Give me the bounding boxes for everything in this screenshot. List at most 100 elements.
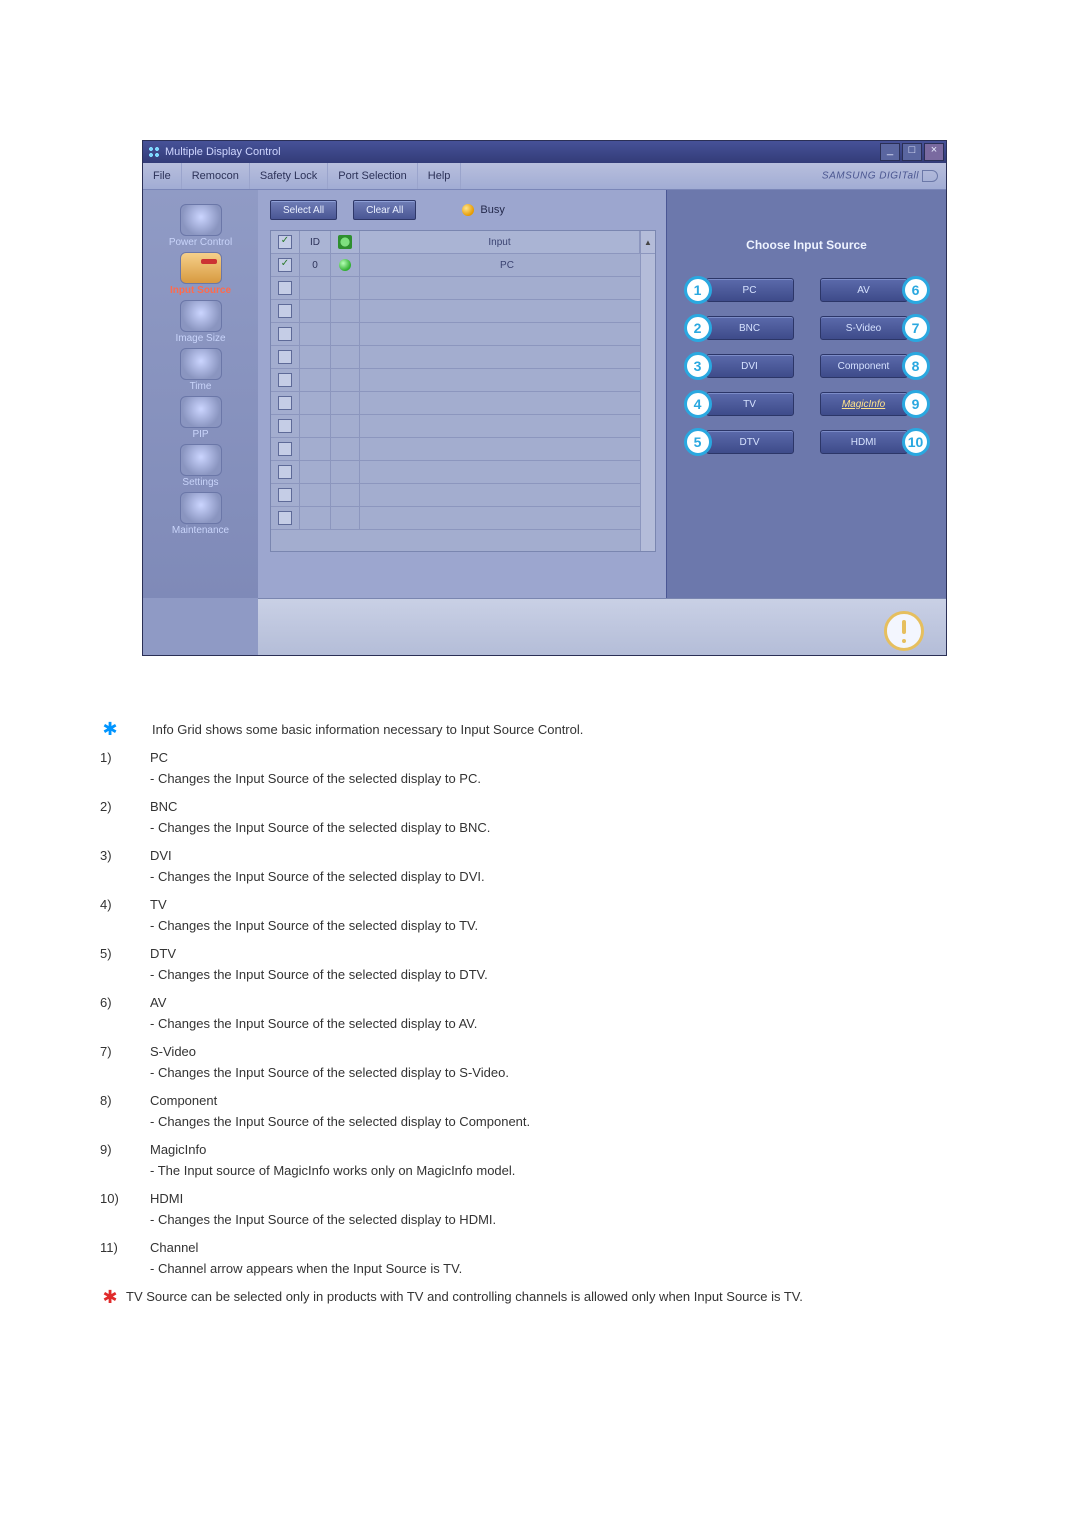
table-row[interactable] [271,438,655,461]
menu-remocon[interactable]: Remocon [182,163,250,189]
row-checkbox[interactable] [278,304,292,318]
row-checkbox[interactable] [278,442,292,456]
item-title: PC [150,748,481,768]
row-id [300,323,331,345]
item-desc: - The Input source of MagicInfo works on… [150,1161,515,1181]
row-input: PC [360,254,655,276]
doc-list-item: 4)TV- Changes the Input Source of the se… [100,895,980,936]
item-number: 4) [100,895,122,936]
select-all-button[interactable]: Select All [270,200,337,220]
source-button-dvi[interactable]: DVI [706,354,794,378]
item-title: Channel [150,1238,462,1258]
row-id [300,507,331,529]
header-id: ID [300,231,331,253]
source-button-component[interactable]: Component [820,354,908,378]
sidebar-item-maintenance[interactable]: Maintenance [151,492,251,536]
menu-port-selection[interactable]: Port Selection [328,163,417,189]
item-title: TV [150,895,478,915]
row-checkbox[interactable] [278,373,292,387]
row-id [300,438,331,460]
menu-safety-lock[interactable]: Safety Lock [250,163,328,189]
row-checkbox[interactable] [278,396,292,410]
item-number: 6) [100,993,122,1034]
table-row[interactable] [271,300,655,323]
doc-list-item: 6)AV- Changes the Input Source of the se… [100,993,980,1034]
callout-badge: 3 [684,352,712,380]
sidebar-item-settings[interactable]: Settings [151,444,251,488]
table-row[interactable] [271,507,655,530]
clear-all-button[interactable]: Clear All [353,200,416,220]
sidebar-item-time[interactable]: Time [151,348,251,392]
item-title: DVI [150,846,485,866]
item-number: 7) [100,1042,122,1083]
table-row[interactable]: 0 PC [271,254,655,277]
star-icon: ✱ [100,1288,120,1307]
titlebar: Multiple Display Control _ □ × [143,141,946,163]
menu-help[interactable]: Help [418,163,462,189]
item-number: 11) [100,1238,122,1279]
minimize-button[interactable]: _ [880,143,900,161]
item-desc: - Changes the Input Source of the select… [150,1210,496,1230]
table-row[interactable] [271,323,655,346]
row-checkbox[interactable] [278,350,292,364]
table-row[interactable] [271,461,655,484]
row-input [360,346,655,368]
sidebar-item-label: PIP [151,429,251,440]
table-row[interactable] [271,415,655,438]
row-checkbox[interactable] [278,327,292,341]
sidebar-icon [180,396,222,428]
sidebar-item-image-size[interactable]: Image Size [151,300,251,344]
header-checkbox[interactable] [278,235,292,249]
callout-badge: 5 [684,428,712,456]
table-row[interactable] [271,484,655,507]
row-checkbox[interactable] [278,419,292,433]
source-button-hdmi[interactable]: HDMI [820,430,908,454]
row-checkbox[interactable] [278,258,292,272]
app-title: Multiple Display Control [165,146,281,158]
doc-list-item: 7)S-Video- Changes the Input Source of t… [100,1042,980,1083]
row-checkbox[interactable] [278,465,292,479]
table-row[interactable] [271,346,655,369]
row-id: 0 [300,254,331,276]
table-row[interactable] [271,277,655,300]
source-button-s-video[interactable]: S-Video [820,316,908,340]
scrollbar[interactable] [640,254,655,551]
scroll-up[interactable]: ▲ [640,231,655,253]
row-input [360,323,655,345]
maximize-button[interactable]: □ [902,143,922,161]
item-desc: - Channel arrow appears when the Input S… [150,1259,462,1279]
row-checkbox[interactable] [278,511,292,525]
sidebar-item-label: Maintenance [151,525,251,536]
item-title: S-Video [150,1042,509,1062]
source-button-bnc[interactable]: BNC [706,316,794,340]
row-checkbox[interactable] [278,281,292,295]
menu-file[interactable]: File [143,163,182,189]
item-desc: - Changes the Input Source of the select… [150,965,488,985]
source-button-dtv[interactable]: DTV [706,430,794,454]
row-input [360,438,655,460]
row-input [360,392,655,414]
busy-label: Busy [480,204,504,216]
table-row[interactable] [271,369,655,392]
sidebar-item-input-source[interactable]: Input Source [151,252,251,296]
sidebar-icon [180,300,222,332]
row-id [300,277,331,299]
sidebar-icon [180,252,222,284]
header-input: Input [360,231,640,253]
source-button-pc[interactable]: PC [706,278,794,302]
sidebar-icon [180,204,222,236]
source-button-magicinfo[interactable]: MagicInfo [820,392,908,416]
sidebar-item-power-control[interactable]: Power Control [151,204,251,248]
row-input [360,507,655,529]
sidebar-item-pip[interactable]: PIP [151,396,251,440]
doc-list-item: 5)DTV- Changes the Input Source of the s… [100,944,980,985]
item-desc: - Changes the Input Source of the select… [150,867,485,887]
item-title: DTV [150,944,488,964]
source-button-av[interactable]: AV [820,278,908,302]
table-row[interactable] [271,392,655,415]
close-button[interactable]: × [924,143,944,161]
star-icon: ✱ [100,720,120,740]
source-button-tv[interactable]: TV [706,392,794,416]
doc-list-item: 11) Channel- Channel arrow appears when t… [100,1238,980,1279]
row-checkbox[interactable] [278,488,292,502]
